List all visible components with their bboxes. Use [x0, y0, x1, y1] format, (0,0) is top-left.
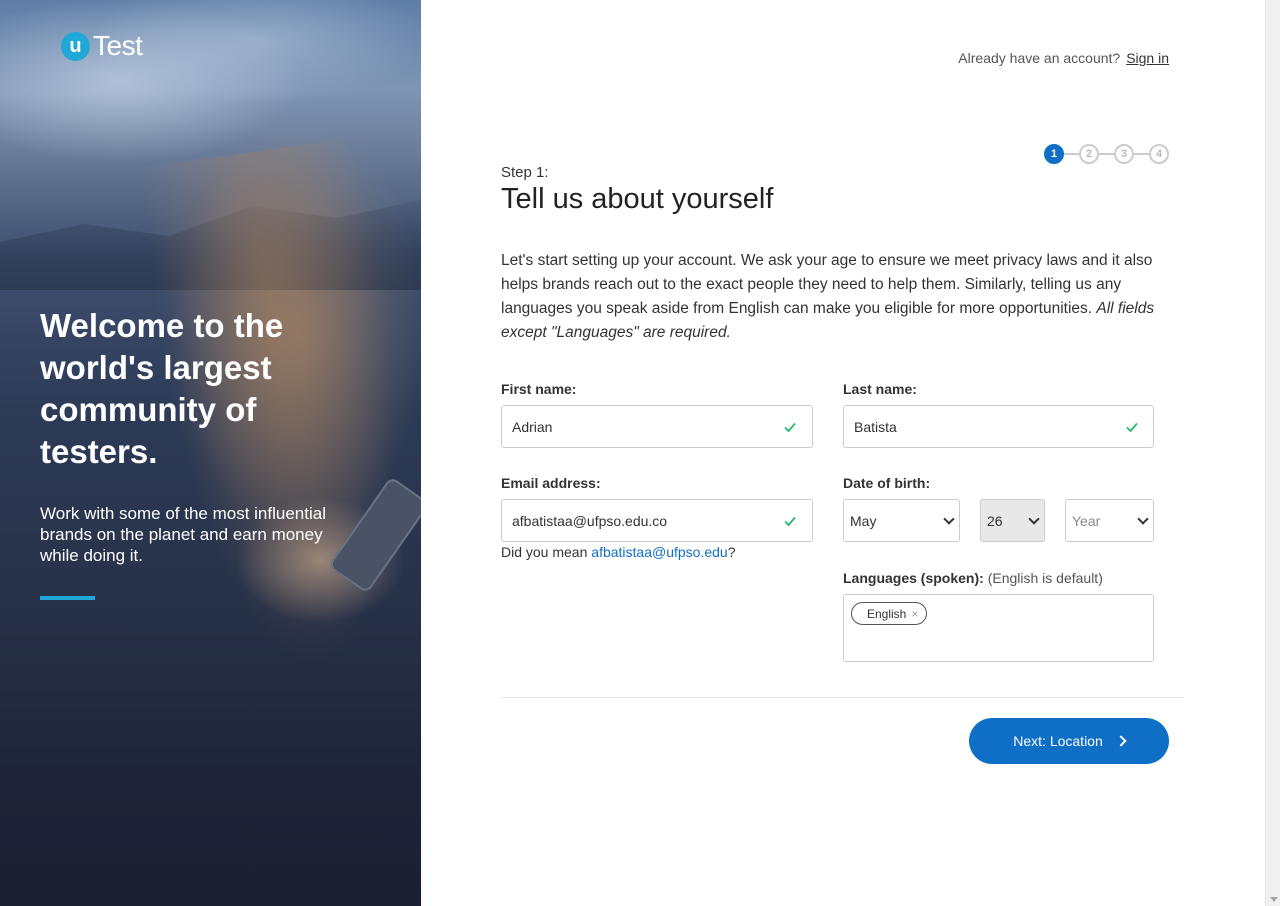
- hero-headline: Welcome to the world's largest community…: [40, 307, 284, 470]
- languages-label-text: Languages (spoken):: [843, 570, 984, 586]
- email-input[interactable]: [501, 499, 813, 542]
- utest-logo[interactable]: u Test: [61, 30, 143, 62]
- suggested-email-link[interactable]: afbatistaa@ufpso.edu: [591, 544, 727, 560]
- suggestion-suffix: ?: [727, 544, 736, 560]
- intro-paragraph: Let's start setting up your account. We …: [501, 249, 1181, 345]
- page-scrollbar[interactable]: [1265, 0, 1280, 906]
- language-tag-english: English ×: [851, 602, 928, 625]
- first-name-input[interactable]: [501, 405, 813, 448]
- chevron-down-icon: [943, 512, 955, 525]
- suggestion-prefix: Did you mean: [501, 544, 592, 560]
- step-4-indicator: 4: [1149, 144, 1169, 164]
- hero-panel: u Test Welcome to the world's largest co…: [0, 0, 421, 906]
- already-text: Already have an account?: [958, 50, 1121, 66]
- logo-text: Test: [93, 30, 143, 61]
- birth-year-select[interactable]: Year: [1065, 499, 1154, 542]
- last-name-label: Last name:: [843, 381, 917, 397]
- step-label: Step 1:: [501, 164, 549, 181]
- birth-year-placeholder: Year: [1072, 512, 1101, 529]
- signin-prompt: Already have an account? Sign in: [958, 50, 1169, 66]
- languages-label: Languages (spoken): (English is default): [843, 570, 1103, 586]
- birth-day-value: 26: [987, 512, 1003, 529]
- last-name-input[interactable]: [843, 405, 1154, 448]
- scroll-down-arrow-icon[interactable]: [1270, 897, 1278, 902]
- email-label: Email address:: [501, 475, 601, 491]
- language-tag-label: English: [867, 606, 907, 621]
- dob-label: Date of birth:: [843, 475, 931, 491]
- progress-stepper: 1 2 3 4: [1044, 144, 1169, 164]
- email-suggestion: Did you mean afbatistaa@ufpso.edu?: [501, 544, 736, 560]
- remove-tag-icon[interactable]: ×: [911, 607, 918, 621]
- first-name-label: First name:: [501, 381, 577, 397]
- step-2-indicator: 2: [1079, 144, 1099, 164]
- hero-accent-bar: [40, 596, 95, 600]
- next-button-label: Next: Location: [1013, 733, 1103, 749]
- logo-mark-icon: u: [61, 31, 90, 61]
- page-title: Tell us about yourself: [501, 183, 774, 215]
- languages-input[interactable]: English ×: [843, 594, 1154, 662]
- step-connector: [1099, 153, 1114, 155]
- email-check-icon: [784, 516, 796, 527]
- languages-hint: (English is default): [987, 570, 1103, 586]
- step-1-indicator: 1: [1044, 144, 1064, 164]
- chevron-right-icon: [1115, 735, 1127, 747]
- first-name-check-icon: [784, 422, 796, 433]
- chevron-down-icon: [1028, 512, 1040, 525]
- form-divider: [501, 697, 1184, 698]
- hero-subtext: Work with some of the most influential b…: [40, 504, 326, 565]
- chevron-down-icon: [1137, 512, 1149, 525]
- step-connector: [1134, 153, 1149, 155]
- next-location-button[interactable]: Next: Location: [969, 718, 1169, 764]
- birth-month-select[interactable]: May: [843, 499, 960, 542]
- signin-link[interactable]: Sign in: [1126, 50, 1169, 66]
- last-name-check-icon: [1126, 422, 1138, 433]
- intro-text: Let's start setting up your account. We …: [501, 252, 1153, 317]
- birth-month-value: May: [850, 512, 877, 529]
- step-connector: [1064, 153, 1079, 155]
- step-3-indicator: 3: [1114, 144, 1134, 164]
- birth-day-select[interactable]: 26: [980, 499, 1045, 542]
